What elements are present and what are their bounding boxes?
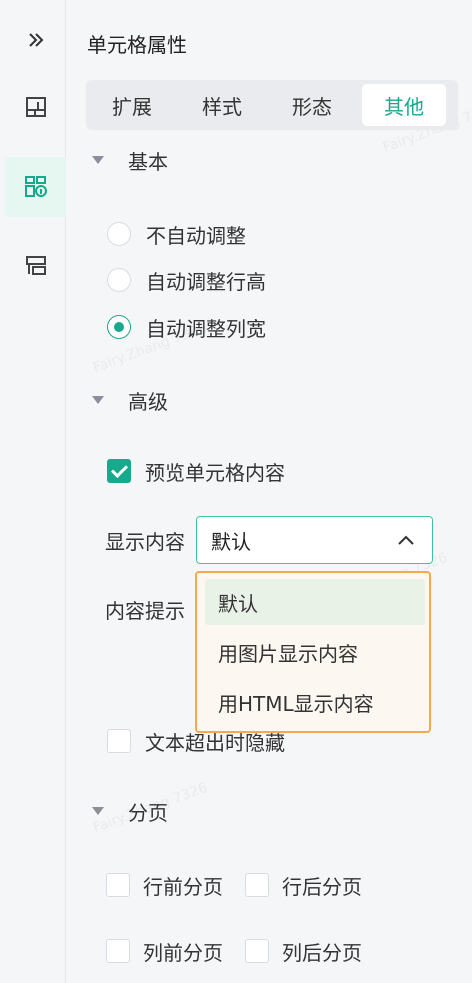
arrange-panel-button[interactable]: [5, 235, 66, 295]
page-break-label: 行前分页: [143, 874, 223, 899]
radio-label: 不自动调整: [146, 223, 246, 248]
chevron-up-icon: [398, 535, 414, 545]
layout-panel-button[interactable]: [5, 77, 66, 137]
collapse-triangle-icon: [92, 807, 104, 815]
page-break-label: 列后分页: [282, 940, 362, 965]
side-icon-rail: [0, 0, 66, 983]
select-value: 默认: [211, 529, 251, 554]
cell-info-icon: [24, 176, 47, 197]
preview-checkbox[interactable]: [107, 459, 131, 483]
section-pagination-title: 分页: [128, 800, 168, 825]
section-advanced-header[interactable]: 高级: [92, 385, 168, 415]
double-chevron-right-icon: [28, 33, 43, 47]
preview-cell-content-option[interactable]: 预览单元格内容: [107, 456, 285, 486]
tab-style[interactable]: 样式: [180, 84, 264, 126]
radio-button[interactable]: [107, 268, 131, 292]
property-tabs: 扩展 样式 形态 其他: [86, 80, 458, 130]
panel-title: 单元格属性: [87, 33, 187, 57]
section-basic-title: 基本: [128, 149, 168, 174]
radio-button[interactable]: [107, 222, 131, 246]
hide-overflow-checkbox[interactable]: [107, 729, 131, 753]
section-basic-header[interactable]: 基本: [92, 145, 168, 175]
tab-shape[interactable]: 形态: [270, 84, 354, 126]
dropdown-option-html[interactable]: 用HTML显示内容: [205, 679, 425, 725]
collapse-triangle-icon: [92, 156, 104, 164]
page-break-label: 行后分页: [282, 874, 362, 899]
section-advanced-title: 高级: [128, 389, 168, 414]
page-break-before-row-option[interactable]: 行前分页: [106, 870, 223, 900]
cell-properties-button[interactable]: [5, 157, 66, 217]
display-content-label: 显示内容: [105, 530, 185, 554]
collapse-triangle-icon: [92, 396, 104, 404]
preview-label: 预览单元格内容: [145, 460, 285, 485]
content-tooltip-label: 内容提示: [105, 599, 185, 623]
tab-extend[interactable]: 扩展: [90, 84, 174, 126]
layout-icon: [25, 97, 46, 117]
radio-option-auto-col-width[interactable]: 自动调整列宽: [107, 312, 266, 342]
page-break-checkbox[interactable]: [106, 939, 130, 963]
radio-label: 自动调整行高: [146, 269, 266, 294]
page-break-checkbox[interactable]: [245, 873, 269, 897]
dropdown-option-image[interactable]: 用图片显示内容: [205, 629, 425, 675]
section-pagination-header[interactable]: 分页: [92, 796, 168, 826]
tab-other[interactable]: 其他: [362, 84, 446, 126]
radio-option-auto-row-height[interactable]: 自动调整行高: [107, 265, 266, 295]
display-content-dropdown: 默认 用图片显示内容 用HTML显示内容: [195, 571, 431, 733]
page-break-checkbox[interactable]: [245, 939, 269, 963]
page-break-checkbox[interactable]: [106, 873, 130, 897]
page-break-label: 列前分页: [143, 940, 223, 965]
arrange-icon: [25, 256, 46, 275]
display-content-select[interactable]: 默认: [196, 516, 433, 564]
radio-option-no-auto[interactable]: 不自动调整: [107, 219, 246, 249]
page-break-after-row-option[interactable]: 行后分页: [245, 870, 362, 900]
expand-panel-button[interactable]: [5, 10, 66, 70]
page-break-before-col-option[interactable]: 列前分页: [106, 936, 223, 966]
radio-label: 自动调整列宽: [146, 316, 266, 341]
page-break-after-col-option[interactable]: 列后分页: [245, 936, 362, 966]
radio-button-selected[interactable]: [107, 315, 131, 339]
dropdown-option-default[interactable]: 默认: [205, 579, 425, 625]
